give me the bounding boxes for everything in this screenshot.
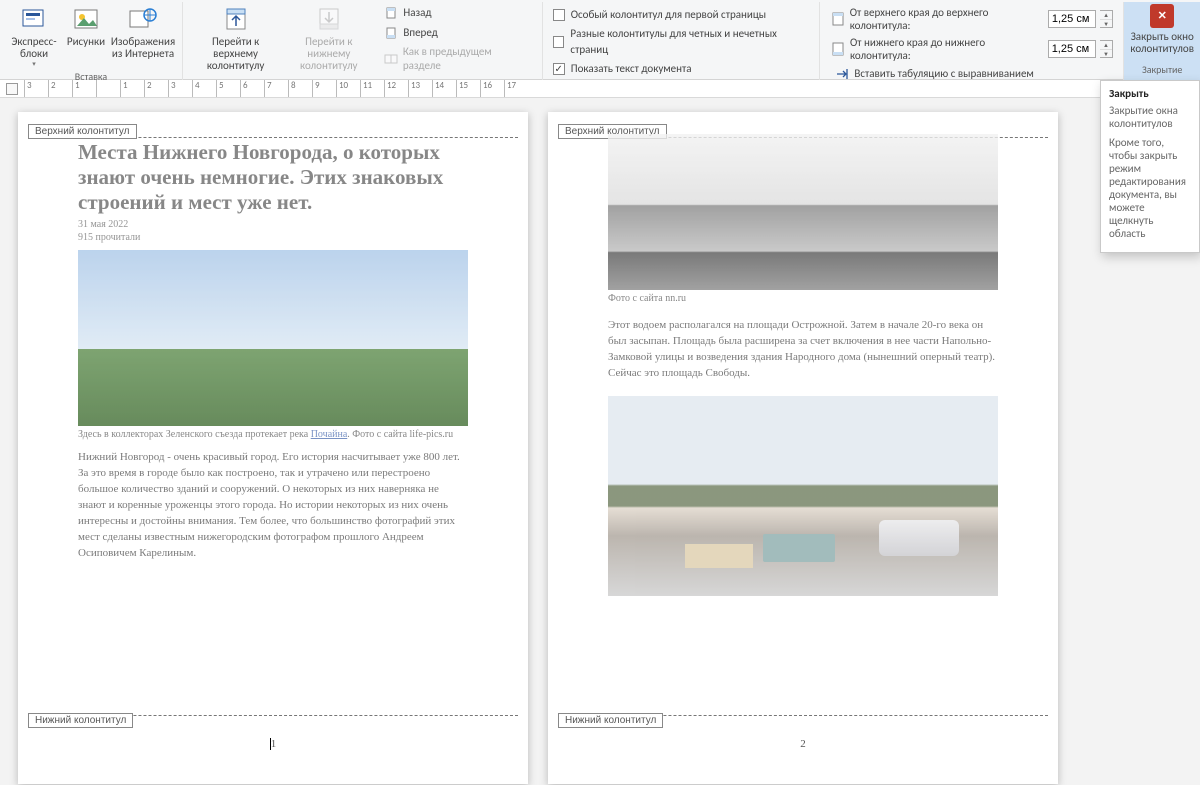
ruler-mark: 3	[24, 80, 32, 97]
group-position: От верхнего края до верхнего колонтитула…	[820, 2, 1124, 80]
group-close-label: Закрытие	[1142, 63, 1182, 76]
article-title: Места Нижнего Новгорода, о которых знают…	[78, 140, 468, 214]
pos-top-icon	[830, 11, 845, 27]
ruler-mark: 2	[144, 80, 152, 97]
goto-header-icon	[221, 4, 251, 34]
close-line2: колонтитулов	[1130, 43, 1194, 55]
goto-footer-button: Перейти к нижнему колонтитулу	[282, 2, 375, 74]
horizontal-ruler[interactable]: 3211234567891011121314151617	[0, 80, 1200, 98]
ruler-mark: 7	[264, 80, 272, 97]
nav-prev-section-button: Как в предыдущем разделе	[379, 44, 531, 75]
image-street	[608, 396, 998, 596]
group-close: ✕ Закрыть окно колонтитулов Закрытие	[1124, 2, 1200, 80]
footer-tab: Нижний колонтитул	[28, 713, 133, 728]
option-first-page-label: Особый колонтитул для первой страницы	[571, 7, 766, 22]
pos-bottom-icon	[830, 41, 846, 57]
pictures-button[interactable]: Рисунки	[62, 2, 110, 50]
checkbox-icon	[553, 9, 565, 21]
ruler-mark: 1	[72, 80, 80, 97]
document-workspace: Верхний колонтитул Места Нижнего Новгоро…	[0, 98, 1200, 785]
goto-header-label: Перейти к верхнему колонтитулу	[193, 36, 278, 72]
group-options: Особый колонтитул для первой страницы Ра…	[543, 2, 821, 80]
web-images-label: Изображения из Интернета	[111, 36, 175, 60]
pos-bottom-label: От нижнего края до нижнего колонтитула:	[850, 36, 1044, 62]
caption-link: Почайна	[311, 429, 348, 440]
ruler-mark: 12	[384, 80, 396, 97]
ruler-mark: 5	[216, 80, 224, 97]
ruler-mark: 14	[432, 80, 444, 97]
quick-parts-icon	[19, 4, 49, 34]
web-images-button[interactable]: Изображения из Интернета	[110, 2, 176, 62]
option-show-doc[interactable]: Показать текст документа	[553, 60, 810, 77]
ruler-mark: 17	[504, 80, 516, 97]
picture-icon	[71, 4, 101, 34]
page-1[interactable]: Верхний колонтитул Места Нижнего Новгоро…	[18, 112, 528, 784]
back-icon	[383, 5, 399, 21]
goto-footer-label: Перейти к нижнему колонтитулу	[286, 36, 371, 72]
image-kremlin	[78, 250, 468, 426]
nav-forward-label: Вперед	[403, 26, 437, 40]
tooltip-close: Закрыть Закрытие окна колонтитулов Кроме…	[1100, 80, 1200, 253]
quick-parts-button[interactable]: Экспресс-блоки ▾	[6, 2, 62, 70]
ruler-mark: 15	[456, 80, 468, 97]
image-caption-2: Фото с сайта nn.ru	[608, 293, 998, 304]
pos-top-label: От верхнего края до верхнего колонтитула…	[850, 6, 1044, 32]
group-nav: Перейти к верхнему колонтитулу Перейти к…	[183, 2, 543, 80]
article-reads: 915 прочитали	[78, 232, 140, 243]
ruler-mark: 6	[240, 80, 248, 97]
goto-footer-icon	[314, 4, 344, 34]
ruler-mark: 3	[168, 80, 176, 97]
nav-back-button[interactable]: Назад	[379, 4, 531, 22]
tooltip-row2: Кроме того, чтобы закрыть режим редактир…	[1109, 136, 1191, 240]
ruler-mark: 8	[288, 80, 296, 97]
ruler-mark: 2	[48, 80, 56, 97]
header-tab: Верхний колонтитул	[28, 124, 137, 139]
group-insert: Экспресс-блоки ▾ Рисунки Изображения из …	[0, 2, 183, 80]
page-number-2[interactable]: 2	[548, 738, 1058, 750]
checkbox-icon	[553, 36, 565, 48]
close-icon: ✕	[1150, 4, 1174, 28]
page-number-1[interactable]: 1	[18, 738, 528, 750]
page-2[interactable]: Верхний колонтитул Фото с сайта nn.ru Эт…	[548, 112, 1058, 784]
pictures-label: Рисунки	[67, 36, 105, 48]
link-prev-icon	[383, 51, 398, 67]
ruler-mark: 16	[480, 80, 492, 97]
nav-forward-button[interactable]: Вперед	[379, 24, 531, 42]
image-bw-pond	[608, 134, 998, 290]
web-image-icon	[128, 4, 158, 34]
tooltip-title: Закрыть	[1109, 87, 1191, 100]
nav-back-label: Назад	[403, 6, 431, 20]
pos-bottom-spinner[interactable]: ▲▼	[1100, 40, 1114, 58]
paragraph-1: Нижний Новгород - очень красивый город. …	[78, 450, 468, 562]
option-first-page[interactable]: Особый колонтитул для первой страницы	[553, 6, 810, 23]
paragraph-2: Этот водоем располагался на площади Остр…	[608, 318, 998, 382]
ribbon: Экспресс-блоки ▾ Рисунки Изображения из …	[0, 0, 1200, 80]
tooltip-row1: Закрытие окна колонтитулов	[1109, 104, 1191, 130]
article-meta: 31 мая 2022 915 прочитали	[78, 218, 468, 244]
ruler-mark: 4	[192, 80, 200, 97]
quick-parts-label: Экспресс-блоки	[10, 36, 58, 60]
ruler-mark: 10	[336, 80, 348, 97]
close-hf-button[interactable]: ✕ Закрыть окно колонтитулов	[1130, 4, 1194, 55]
insert-tab-label: Вставить табуляцию с выравниванием	[854, 67, 1033, 81]
option-show-doc-label: Показать текст документа	[571, 61, 692, 76]
nav-prev-section-label: Как в предыдущем разделе	[403, 45, 528, 74]
checkbox-checked-icon	[553, 63, 565, 75]
article-date: 31 мая 2022	[78, 219, 128, 230]
pos-bottom-input[interactable]	[1048, 40, 1096, 58]
ruler-mark: 13	[408, 80, 420, 97]
ruler-mark: 1	[120, 80, 128, 97]
ruler-mark: 11	[360, 80, 372, 97]
pos-top-spinner[interactable]: ▲▼	[1100, 10, 1114, 28]
footer-tab: Нижний колонтитул	[558, 713, 663, 728]
goto-header-button[interactable]: Перейти к верхнему колонтитулу	[189, 2, 282, 74]
pos-top-input[interactable]	[1048, 10, 1096, 28]
image-caption-1: Здесь в коллекторах Зеленского съезда пр…	[78, 429, 468, 440]
option-odd-even[interactable]: Разные колонтитулы для четных и нечетных…	[553, 25, 810, 58]
option-odd-even-label: Разные колонтитулы для четных и нечетных…	[570, 26, 809, 57]
ruler-mark: 9	[312, 80, 320, 97]
ruler-mark	[96, 80, 99, 97]
forward-icon	[383, 25, 399, 41]
